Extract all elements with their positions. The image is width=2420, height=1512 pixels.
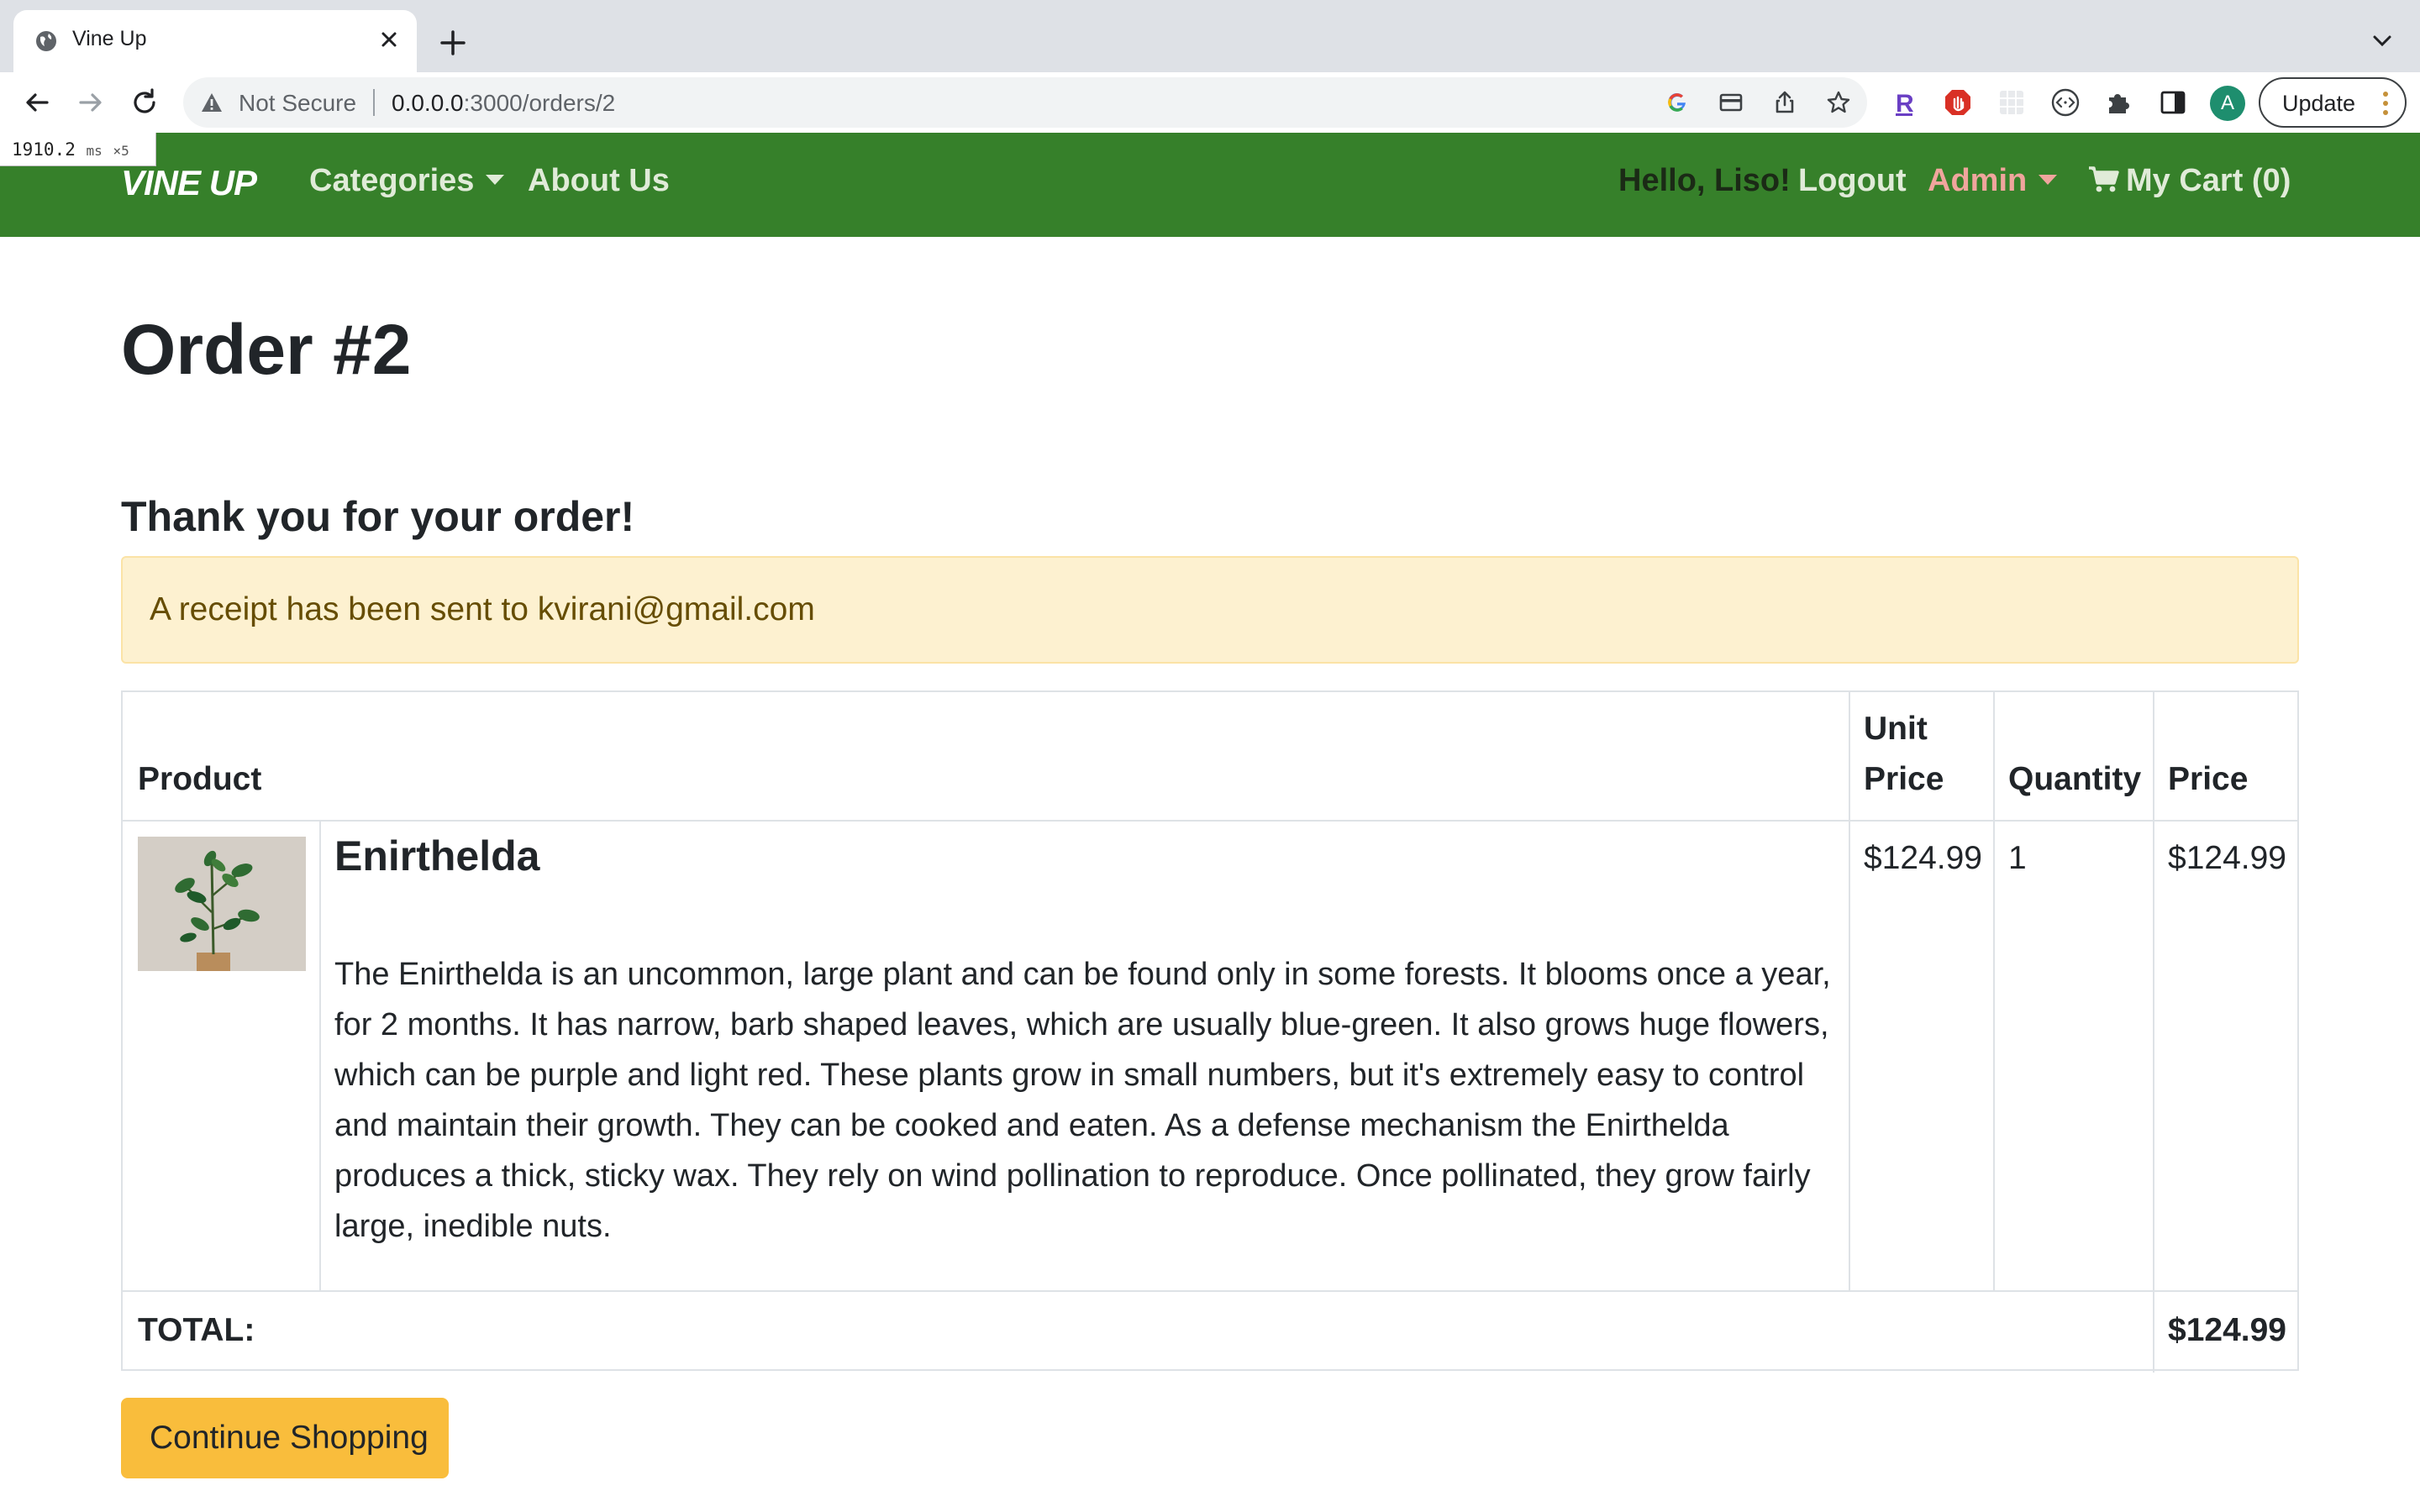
address-bar[interactable]: Not Secure 0.0.0.0:3000/orders/2	[183, 77, 1867, 128]
cart-label: My Cart (0)	[2126, 163, 2291, 198]
timing-multiplier: ×5	[113, 143, 129, 159]
cart-link[interactable]: My Cart (0)	[2087, 163, 2291, 199]
timing-value: 1910.2	[12, 139, 76, 160]
share-icon[interactable]	[1771, 89, 1798, 116]
back-arrow-icon[interactable]	[20, 86, 54, 119]
new-tab-icon[interactable]	[435, 25, 471, 60]
warning-icon[interactable]	[200, 91, 224, 114]
header-unit-line2: Price	[1864, 761, 1944, 797]
browser-tabstrip: Vine Up	[0, 0, 2420, 72]
receipt-alert: A receipt has been sent to kvirani@gmail…	[121, 556, 2299, 664]
stop-sign-icon[interactable]	[1943, 87, 1973, 118]
browser-toolbar: Not Secure 0.0.0.0:3000/orders/2 R A Upd…	[0, 72, 2420, 133]
header-divider	[123, 820, 2297, 822]
chevron-down-icon[interactable]	[2368, 27, 2396, 55]
continue-shopping-label: Continue Shopping	[150, 1420, 429, 1456]
order-table: Product Unit Price Quantity Price Enirth…	[121, 690, 2299, 1373]
browser-tab-active[interactable]: Vine Up	[13, 10, 417, 72]
header-price: Price	[2168, 761, 2249, 797]
google-icon[interactable]	[1664, 89, 1691, 116]
more-vert-icon	[2383, 92, 2388, 115]
globe-icon	[36, 31, 56, 51]
product-description: The Enirthelda is an uncommon, large pla…	[334, 957, 1831, 1244]
omnibox-divider	[373, 89, 375, 116]
caret-down-icon	[2039, 174, 2058, 185]
unit-price-cell: $124.99	[1864, 840, 1982, 876]
r-extension-icon[interactable]: R	[1889, 87, 1919, 118]
update-button[interactable]: Update	[2259, 77, 2407, 128]
plant-image	[138, 837, 306, 971]
timing-unit: ms	[86, 143, 103, 159]
price-cell: $124.99	[2168, 840, 2286, 876]
total-value: $124.99	[2168, 1312, 2286, 1348]
receipt-notice: A receipt has been sent to kvirani@gmail…	[150, 591, 815, 627]
logout-link[interactable]: Logout	[1798, 163, 1907, 199]
timing-badge: 1910.2 ms ×5	[0, 133, 156, 166]
url-host: 0.0.0.0	[392, 90, 464, 116]
header-unit-line1: Unit	[1864, 711, 1928, 747]
update-label: Update	[2282, 91, 2356, 116]
total-divider	[123, 1290, 2297, 1292]
close-icon[interactable]	[375, 25, 403, 54]
continue-shopping-button[interactable]: Continue Shopping	[121, 1398, 449, 1478]
quantity-cell: 1	[2008, 840, 2027, 876]
puzzle-icon[interactable]	[2104, 87, 2134, 118]
header-product: Product	[138, 761, 262, 797]
thank-you-heading: Thank you for your order!	[121, 493, 635, 540]
column-divider	[2153, 692, 2154, 1373]
side-panel-icon[interactable]	[2158, 87, 2188, 118]
about-us-link[interactable]: About Us	[528, 163, 670, 199]
url-text[interactable]: 0.0.0.0:3000/orders/2	[392, 90, 615, 117]
security-status[interactable]: Not Secure	[239, 90, 356, 117]
cart-icon	[2089, 166, 2119, 192]
site-navbar: VINE UP Categories About Us Hello, Liso!…	[0, 133, 2420, 237]
column-divider	[1993, 692, 1995, 1290]
reload-icon[interactable]	[128, 86, 161, 119]
caret-down-icon	[486, 174, 505, 185]
categories-label: Categories	[309, 163, 475, 198]
product-name[interactable]: Enirthelda	[334, 832, 539, 880]
admin-dropdown[interactable]: Admin	[1928, 163, 2058, 199]
product-thumbnail[interactable]	[138, 837, 306, 971]
page-title: Order #2	[121, 310, 412, 389]
timing-text: 1910.2 ms ×5	[12, 139, 129, 160]
forward-arrow-icon[interactable]	[74, 86, 108, 119]
admin-label: Admin	[1928, 163, 2028, 198]
url-path: :3000/orders/2	[463, 90, 616, 116]
code-extension-icon[interactable]	[2050, 87, 2081, 118]
card-icon[interactable]	[1718, 89, 1744, 116]
categories-dropdown[interactable]: Categories	[309, 163, 505, 199]
total-label: TOTAL:	[138, 1312, 255, 1348]
star-icon[interactable]	[1825, 89, 1852, 116]
greeting: Hello, Liso!	[1618, 163, 1791, 198]
profile-avatar[interactable]: A	[2210, 86, 2245, 121]
brand-logo[interactable]: VINE UP	[121, 163, 257, 203]
grid-extension-icon[interactable]	[1996, 87, 2027, 118]
header-quantity: Quantity	[2008, 761, 2142, 797]
column-divider	[319, 820, 321, 1290]
header-unit-price: Unit Price	[1864, 704, 1944, 805]
tab-title: Vine Up	[72, 27, 147, 50]
